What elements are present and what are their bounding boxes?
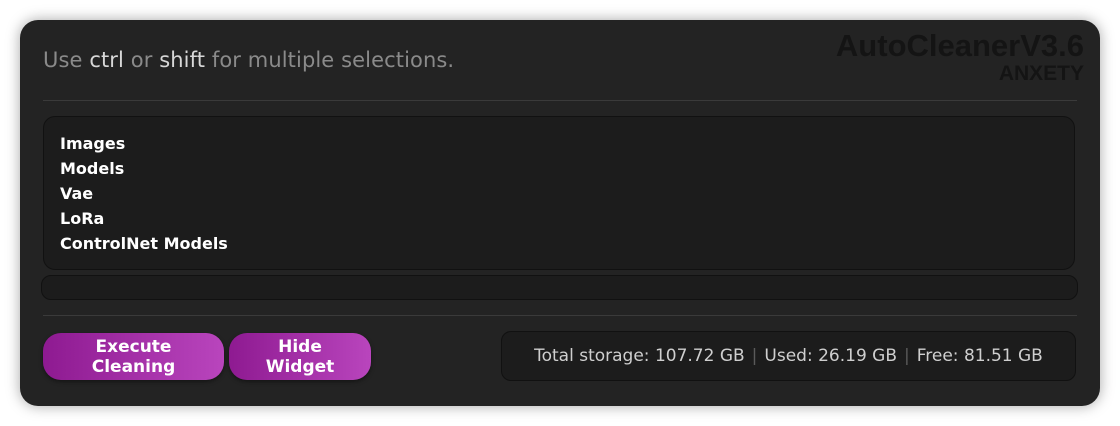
top-divider xyxy=(43,100,1077,101)
storage-used: Used: 26.19 GB xyxy=(764,346,897,366)
storage-separator: | xyxy=(904,346,910,366)
cleanup-options-listbox[interactable]: Images Models Vae LoRa ControlNet Models xyxy=(43,116,1075,270)
hint-key-shift: shift xyxy=(159,48,206,72)
list-item-lora[interactable]: LoRa xyxy=(60,206,1058,231)
execute-cleaning-button[interactable]: Execute Cleaning xyxy=(43,333,224,380)
hint-suffix: for multiple selections. xyxy=(205,48,455,72)
brand-name: AutoCleanerV3.6 xyxy=(835,28,1084,63)
output-progress-bar xyxy=(41,275,1078,300)
list-item-images[interactable]: Images xyxy=(60,131,1058,156)
bottom-divider xyxy=(43,315,1077,316)
storage-total: Total storage: 107.72 GB xyxy=(534,346,745,366)
hide-widget-button[interactable]: Hide Widget xyxy=(229,333,371,380)
storage-info-panel: Total storage: 107.72 GB | Used: 26.19 G… xyxy=(501,331,1076,381)
list-item-controlnet-models[interactable]: ControlNet Models xyxy=(60,231,1058,256)
hint-key-ctrl: ctrl xyxy=(89,48,124,72)
list-item-vae[interactable]: Vae xyxy=(60,181,1058,206)
brand-author: ANXETY xyxy=(998,62,1084,85)
hint-prefix: Use xyxy=(43,48,90,72)
auto-cleaner-widget: Use ctrl or shift for multiple selection… xyxy=(20,20,1100,406)
hint-middle: or xyxy=(123,48,160,72)
storage-separator: | xyxy=(751,346,758,366)
selection-hint: Use ctrl or shift for multiple selection… xyxy=(43,48,454,72)
storage-free: Free: 81.51 GB xyxy=(916,346,1043,366)
brand-watermark: AutoCleanerV3.6 ANXETY xyxy=(836,30,1084,84)
list-item-models[interactable]: Models xyxy=(60,156,1058,181)
